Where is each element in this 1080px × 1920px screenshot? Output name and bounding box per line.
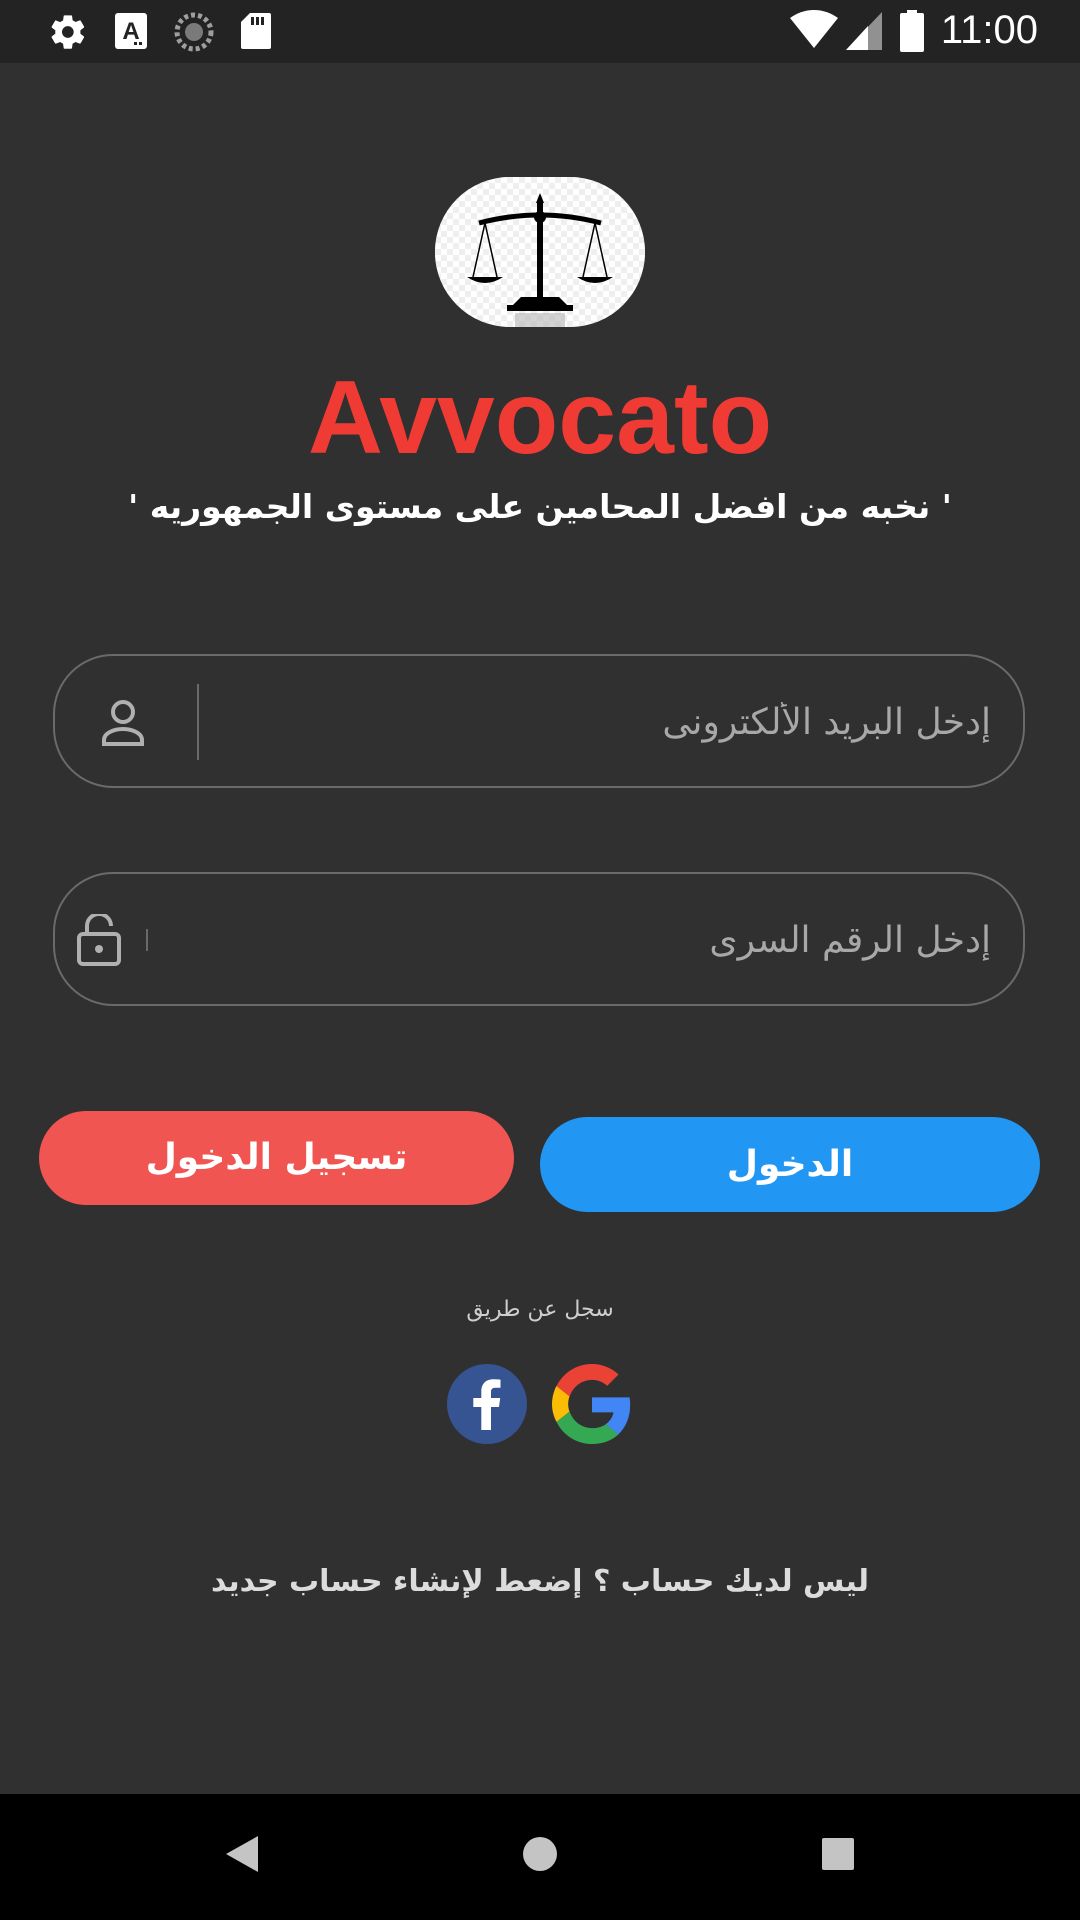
navigation-bar (0, 1794, 1080, 1920)
wifi-icon (790, 10, 838, 54)
status-time: 11:00 (940, 8, 1038, 52)
facebook-icon (447, 1364, 527, 1444)
password-input[interactable] (169, 904, 993, 976)
login-button[interactable]: الدخول (540, 1117, 1040, 1212)
cellular-icon (846, 12, 882, 54)
gear-icon (48, 12, 88, 56)
battery-icon (900, 10, 924, 56)
login-screen: A 11:00 Avvocato ' نخبه من افضل المحامين… (0, 0, 1080, 1920)
field-divider (197, 684, 199, 760)
back-icon[interactable] (222, 1832, 262, 1880)
lock-open-icon (77, 912, 121, 970)
facebook-login-button[interactable] (447, 1364, 527, 1444)
google-login-button[interactable] (552, 1364, 632, 1444)
password-field-container (53, 872, 1025, 1006)
email-field-container (53, 654, 1025, 788)
sd-card-icon (240, 12, 272, 54)
app-title: Avvocato (307, 360, 773, 476)
app-logo (435, 177, 645, 327)
person-icon (101, 700, 145, 750)
sync-icon (174, 12, 214, 56)
register-button[interactable]: تسجيل الدخول (39, 1111, 514, 1205)
app-tagline: ' نخبه من افضل المحامين على مستوى الجمهو… (128, 487, 952, 526)
field-divider (146, 929, 148, 951)
create-account-link[interactable]: ليس لديك حساب ؟ إضعط لإنشاء حساب جديد (0, 1564, 1080, 1599)
text-a-icon: A (114, 12, 148, 54)
svg-text:A: A (122, 18, 139, 45)
status-bar: A 11:00 (0, 0, 1080, 63)
email-input[interactable] (229, 686, 993, 758)
social-login-label: سجل عن طريق (466, 1297, 614, 1322)
google-icon (552, 1364, 631, 1444)
recents-icon[interactable] (818, 1832, 858, 1880)
home-icon[interactable] (520, 1832, 560, 1880)
scales-of-justice-icon (435, 177, 645, 327)
